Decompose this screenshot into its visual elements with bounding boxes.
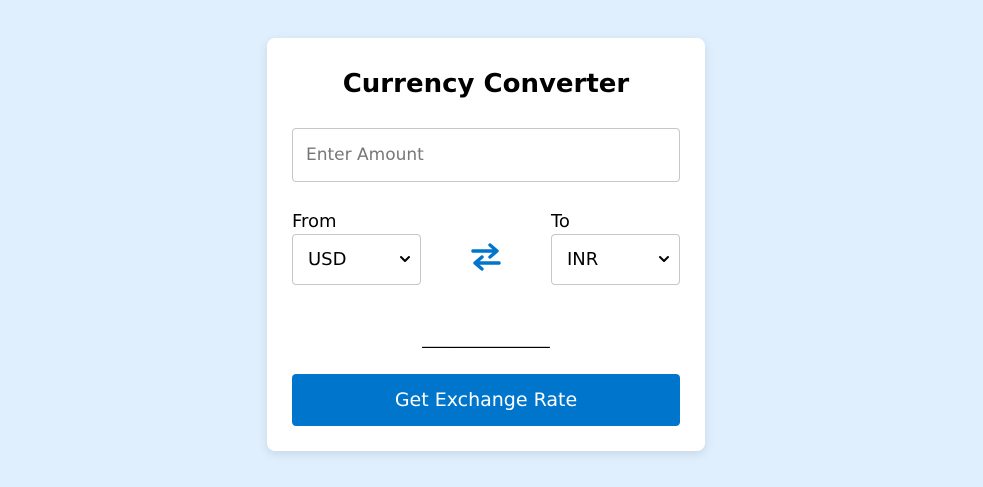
to-currency-value: INR <box>567 249 599 270</box>
swap-arrows-icon[interactable] <box>469 240 503 274</box>
page-title: Currency Converter <box>342 69 630 99</box>
to-label: To <box>551 211 570 232</box>
from-label: From <box>292 211 337 232</box>
exchange-result: _______________ <box>422 329 550 349</box>
from-currency-value: USD <box>308 249 347 270</box>
to-currency-select[interactable]: INR <box>551 234 680 285</box>
from-currency-select[interactable]: USD <box>292 234 421 285</box>
chevron-down-icon <box>400 256 410 262</box>
amount-input[interactable] <box>292 128 680 182</box>
chevron-down-icon <box>659 256 669 262</box>
converter-card: Currency Converter From USD To INR _____… <box>267 38 705 451</box>
get-exchange-rate-button[interactable]: Get Exchange Rate <box>292 374 680 426</box>
